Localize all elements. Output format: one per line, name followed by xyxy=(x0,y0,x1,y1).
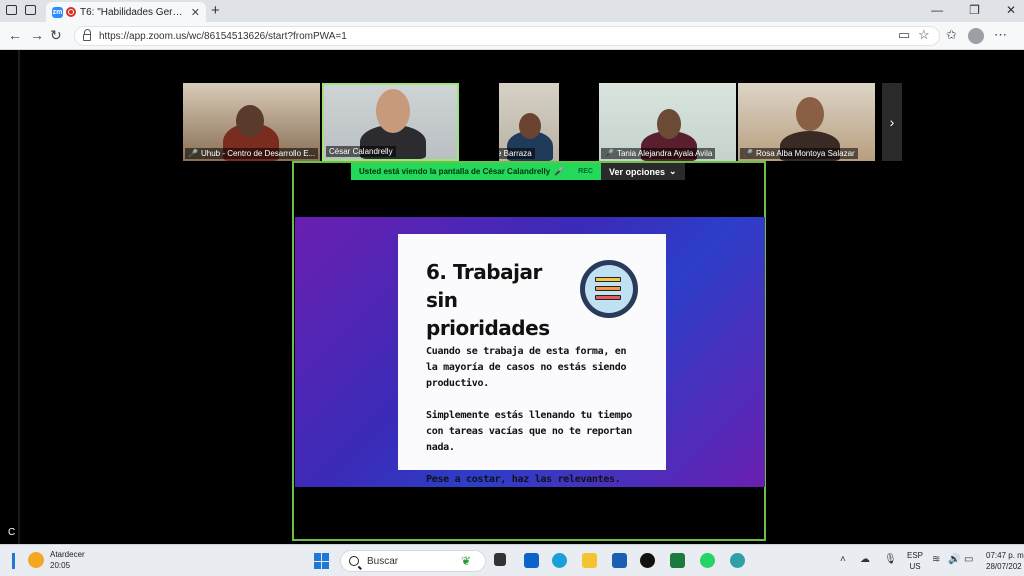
profile-avatar[interactable] xyxy=(968,28,984,44)
weather-sun-icon xyxy=(28,552,44,568)
clock-date: 28/07/202 xyxy=(986,562,1022,571)
language-indicator[interactable]: ESP US xyxy=(907,550,923,572)
taskbar-edge-indicator xyxy=(12,553,15,569)
start-button[interactable] xyxy=(314,553,330,569)
taskbar-search[interactable]: Buscar ❦ xyxy=(340,550,486,572)
maximize-icon[interactable]: ❐ xyxy=(969,3,980,17)
url-text: https://app.zoom.us/wc/86154513626/start… xyxy=(99,30,347,42)
view-options-label: Ver opciones xyxy=(608,166,665,177)
window-controls: — ❐ ✕ xyxy=(931,3,1016,17)
slide-card: 6. Trabajar sin prioridades Cuando se tr… xyxy=(398,234,666,485)
weather-label: Atardecer xyxy=(50,550,85,559)
participant-name: César Calandrelly xyxy=(329,147,393,156)
tab-actions-icon[interactable] xyxy=(25,5,36,15)
chevron-down-icon: ⌄ xyxy=(668,166,677,176)
slide-paragraph: Simplemente estás llenando tu tiempo con… xyxy=(426,410,632,453)
store-icon[interactable] xyxy=(612,553,627,568)
priority-list-icon xyxy=(580,260,638,318)
slide-paragraph: Cuando se trabaja de esta forma, en la m… xyxy=(426,346,627,389)
window-icons xyxy=(6,5,36,15)
app-globe-icon[interactable] xyxy=(730,553,745,568)
lock-icon xyxy=(83,28,91,41)
more-options-icon[interactable]: ⋯ xyxy=(994,27,1007,43)
chevron-right-icon: › xyxy=(889,114,895,130)
next-participants-button[interactable]: › xyxy=(882,83,902,161)
favorite-star-icon[interactable]: ☆ xyxy=(918,27,930,43)
presentation-slide: 6. Trabajar sin prioridades Cuando se tr… xyxy=(295,217,765,487)
left-panel-edge: C xyxy=(0,50,18,544)
microphone-icon[interactable]: 🎙 xyxy=(884,554,897,565)
whatsapp-icon[interactable] xyxy=(700,553,715,568)
participant-tile[interactable]: 🎤 Uhub - Centro de Desarrollo E... xyxy=(183,83,320,161)
url-field[interactable]: https://app.zoom.us/wc/86154513626/start… xyxy=(74,26,940,46)
back-icon[interactable]: ← xyxy=(8,27,22,43)
file-explorer-icon[interactable] xyxy=(582,553,597,568)
muted-mic-icon: 🎤 xyxy=(554,167,565,176)
close-tab-icon[interactable]: ✕ xyxy=(191,6,200,19)
zoom-meeting: C 🎤 Uhub - Centro de Desarrollo E... Césa… xyxy=(0,50,1024,544)
left-edge-letter: C xyxy=(8,527,16,538)
muted-mic-icon: 🎤 xyxy=(604,149,614,158)
battery-icon[interactable]: ▭ xyxy=(964,554,973,565)
search-icon xyxy=(349,556,359,566)
participant-name: Uhub - Centro de Desarrollo E... xyxy=(200,149,316,158)
task-view-icon[interactable] xyxy=(494,553,506,566)
new-tab-button[interactable]: + xyxy=(211,2,220,19)
participant-tile[interactable]: 🎤 Rosa Alba Montoya Salazar xyxy=(738,83,875,161)
participant-name: Tania Alejandra Ayala Avila xyxy=(616,149,713,158)
chevron-up-icon[interactable]: ˄ xyxy=(840,554,846,565)
edge-icon[interactable] xyxy=(552,553,567,568)
slide-title: 6. Trabajar sin prioridades xyxy=(426,260,550,340)
share-banner: Usted está viendo la pantalla de César C… xyxy=(351,163,685,180)
slide-paragraph: Pese a costar, haz las relevantes. xyxy=(426,474,621,485)
zoom-favicon-icon: zm xyxy=(52,6,63,18)
rec-label: REC xyxy=(578,168,593,175)
system-clock[interactable]: 07:47 p. m. 28/07/202 xyxy=(986,550,1024,572)
minimize-icon[interactable]: — xyxy=(931,3,943,17)
lang-top: ESP xyxy=(907,551,924,560)
outlook-icon[interactable] xyxy=(524,553,539,568)
volume-icon[interactable]: 🔊 xyxy=(948,554,960,565)
clock-time: 07:47 p. m. xyxy=(986,551,1024,560)
lang-bottom: US xyxy=(909,562,921,571)
address-bar-row: ← → ↻ https://app.zoom.us/wc/86154513626… xyxy=(0,22,1024,50)
tiktok-icon[interactable] xyxy=(640,553,655,568)
viewing-text: Usted está viendo la pantalla de César C… xyxy=(359,167,551,176)
view-options-button[interactable]: Ver opciones ⌄ xyxy=(600,163,685,180)
plant-icon: ❦ xyxy=(460,554,471,568)
recording-icon xyxy=(66,7,76,17)
muted-mic-icon: 🎤 xyxy=(188,149,198,158)
screen-share-area: Usted está viendo la pantalla de César C… xyxy=(292,161,766,541)
weather-time: 20:05 xyxy=(50,561,71,570)
browser-tab[interactable]: zm T6: "Habilidades Gerenciales ✕ xyxy=(46,2,206,22)
participant-tile-active[interactable]: César Calandrelly xyxy=(322,83,459,161)
forward-icon[interactable]: → xyxy=(30,27,44,43)
cloud-icon[interactable]: ☁ xyxy=(860,554,870,565)
workspaces-icon[interactable] xyxy=(6,5,17,15)
favorites-icon[interactable]: ✩ xyxy=(946,27,957,43)
participant-name: Dulce Barraza xyxy=(499,149,532,158)
viewing-indicator: Usted está viendo la pantalla de César C… xyxy=(351,163,601,180)
participant-tile[interactable]: 🎤Dulce Barraza xyxy=(499,83,559,161)
close-window-icon[interactable]: ✕ xyxy=(1006,3,1016,17)
tab-title: T6: "Habilidades Gerenciales xyxy=(80,6,187,18)
meeting-stage: 🎤 Uhub - Centro de Desarrollo E... César … xyxy=(20,50,1024,544)
wifi-icon[interactable]: ≋ xyxy=(932,554,940,565)
participant-strip: 🎤 Uhub - Centro de Desarrollo E... César … xyxy=(183,83,875,161)
participant-name: Rosa Alba Montoya Salazar xyxy=(755,149,855,158)
search-placeholder: Buscar xyxy=(367,555,399,567)
browser-tab-bar: zm T6: "Habilidades Gerenciales ✕ + — ❐ … xyxy=(0,0,1024,22)
refresh-icon[interactable]: ↻ xyxy=(50,27,62,44)
taskbar: Atardecer 20:05 Buscar ❦ ˄ ☁ 🎙 ESP US ≋ … xyxy=(0,544,1024,576)
app-icon[interactable]: ▭ xyxy=(898,27,910,43)
excel-icon[interactable] xyxy=(670,553,685,568)
muted-mic-icon: 🎤 xyxy=(743,149,753,158)
weather-widget[interactable]: Atardecer 20:05 xyxy=(28,549,85,571)
participant-tile[interactable]: 🎤 Tania Alejandra Ayala Avila xyxy=(599,83,736,161)
